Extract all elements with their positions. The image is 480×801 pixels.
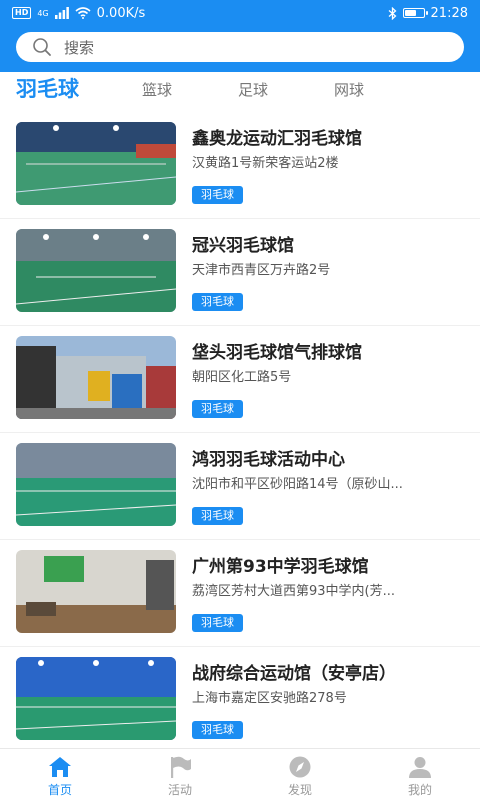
wifi-icon	[75, 7, 91, 19]
venue-address: 天津市西青区万卉路2号	[192, 263, 331, 278]
user-icon	[409, 757, 431, 778]
venue-photo	[16, 443, 176, 526]
venue-photo	[16, 122, 176, 205]
venue-photo	[16, 550, 176, 633]
venue-card[interactable]: 冠兴羽毛球馆 天津市西青区万卉路2号 羽毛球	[0, 219, 480, 326]
clock: 21:28	[430, 5, 468, 21]
tab-basketball[interactable]: 篮球	[142, 79, 172, 100]
venue-address: 荔湾区芳村大道西第93中学内(芳...	[192, 584, 396, 599]
tab-badminton[interactable]: 羽毛球	[16, 73, 79, 103]
hd-badge: HD	[12, 7, 32, 19]
network-speed: 0.00K/s	[96, 5, 146, 21]
sport-tag: 羽毛球	[192, 507, 243, 525]
venue-address: 上海市嘉定区安驰路278号	[192, 691, 347, 706]
venue-address: 汉黄路1号新荣客运站2楼	[192, 156, 339, 171]
status-bar: HD 4G 0.00K/s 21:28	[0, 0, 480, 26]
signal-label: 4G	[37, 8, 49, 18]
nav-home[interactable]: 首页	[0, 749, 120, 801]
nav-profile[interactable]: 我的	[360, 749, 480, 801]
search-icon	[33, 38, 51, 56]
venue-name: 广州第93中学羽毛球馆	[192, 557, 369, 577]
sport-tag: 羽毛球	[192, 400, 243, 418]
nav-label: 首页	[47, 783, 72, 797]
signal-bars-icon	[54, 7, 69, 19]
venue-address: 沈阳市和平区砂阳路14号（原砂山...	[192, 477, 403, 492]
venue-card[interactable]: 鑫奥龙运动汇羽毛球馆 汉黄路1号新荣客运站2楼 羽毛球	[0, 112, 480, 219]
home-icon	[49, 757, 71, 777]
venue-name: 冠兴羽毛球馆	[192, 236, 294, 256]
venue-card[interactable]: 战府综合运动馆（安亭店） 上海市嘉定区安驰路278号 羽毛球	[0, 647, 480, 754]
nav-label: 发现	[287, 783, 312, 797]
sport-tag: 羽毛球	[192, 614, 243, 632]
venue-name: 鑫奥龙运动汇羽毛球馆	[192, 129, 362, 149]
venue-photo	[16, 229, 176, 312]
sport-tag: 羽毛球	[192, 721, 243, 739]
header: HD 4G 0.00K/s 21:28 搜索	[0, 0, 480, 72]
search-placeholder: 搜索	[64, 38, 95, 57]
sport-tag: 羽毛球	[192, 186, 243, 204]
venue-card[interactable]: 垡头羽毛球馆气排球馆 朝阳区化工路5号 羽毛球	[0, 326, 480, 433]
venue-card[interactable]: 广州第93中学羽毛球馆 荔湾区芳村大道西第93中学内(芳... 羽毛球	[0, 540, 480, 647]
nav-activity[interactable]: 活动	[120, 749, 240, 801]
bottom-nav: 首页 活动 发现 我的	[0, 748, 480, 801]
tab-football[interactable]: 足球	[238, 79, 268, 100]
search-bar[interactable]: 搜索	[16, 32, 464, 62]
flag-icon	[171, 756, 191, 778]
battery-icon	[402, 8, 428, 18]
category-tabs: 羽毛球 篮球 足球 网球	[0, 72, 480, 112]
venue-name: 垡头羽毛球馆气排球馆	[192, 343, 362, 363]
bluetooth-icon	[388, 6, 397, 20]
venue-photo	[16, 657, 176, 740]
venue-photo	[16, 336, 176, 419]
compass-icon	[289, 756, 311, 778]
venue-name: 鸿羽羽毛球活动中心	[192, 450, 345, 470]
nav-discover[interactable]: 发现	[240, 749, 360, 801]
tab-tennis[interactable]: 网球	[334, 79, 364, 100]
sport-tag: 羽毛球	[192, 293, 243, 311]
venue-name: 战府综合运动馆（安亭店）	[192, 664, 396, 684]
venue-address: 朝阳区化工路5号	[192, 370, 292, 385]
nav-label: 活动	[167, 783, 192, 797]
nav-label: 我的	[407, 783, 432, 797]
venue-card[interactable]: 鸿羽羽毛球活动中心 沈阳市和平区砂阳路14号（原砂山... 羽毛球	[0, 433, 480, 540]
